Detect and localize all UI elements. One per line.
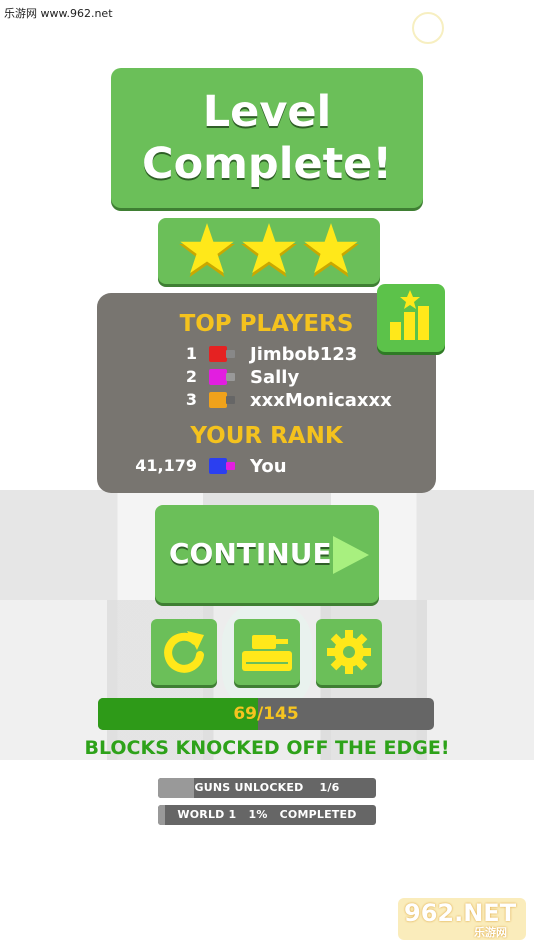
title-line-2: Complete! [142,139,392,189]
leaderboard-row: 1 Jimbob123 [97,344,436,366]
watermark-text: 乐游网 www.962.net [4,7,113,20]
watermark-logo-main: 962.NET [404,899,517,927]
watermark-logo: 962.NET 乐游网 [398,898,526,940]
blocks-caption: BLOCKS KNOCKED OFF THE EDGE! [84,737,450,759]
level-complete-banner: Level Complete! [111,68,423,208]
your-rank-header: YOUR RANK [190,423,343,449]
blocks-progress-text: 69/145 [233,704,299,724]
leaderboard-row: 3 xxxMonicaxxx [97,390,436,412]
continue-label: CONTINUE [169,537,332,570]
player-color-icon [209,368,235,386]
player-color-icon [209,391,235,409]
your-name: You [250,456,287,477]
gear-icon [327,630,371,674]
player-name: Sally [250,367,300,388]
continue-button[interactable]: CONTINUE [155,505,379,603]
your-rank-row: 41,179 You [97,456,436,478]
player-color-icon [209,345,235,363]
player-rank: 3 [185,390,197,409]
star-icon [303,223,359,278]
world-progress-bar: WORLD 1 1% COMPLETED [158,805,376,825]
watermark-logo-sub: 乐游网 [474,926,507,939]
guns-unlocked-text: GUNS UNLOCKED 1/6 [194,781,340,794]
player-name: xxxMonicaxxx [250,390,392,411]
top-players-header: TOP PLAYERS [179,311,354,337]
player-rank: 1 [185,344,197,363]
play-arrow-icon [333,536,369,574]
restart-icon [164,631,204,673]
watermark-logo-icon [412,12,444,44]
title-line-1: Level [202,87,332,137]
your-rank-value: 41,179 [135,456,197,475]
stars-rating [158,218,380,284]
your-color-icon [209,457,235,475]
guns-unlocked-bar: GUNS UNLOCKED 1/6 [158,778,376,798]
settings-button[interactable] [316,619,382,685]
tank-select-button[interactable] [234,619,300,685]
star-icon [179,223,235,278]
player-rank: 2 [185,367,197,386]
blocks-progress-bar: 69/145 [98,698,434,730]
world-progress-text: WORLD 1 1% COMPLETED [177,808,357,821]
leaderboard-row: 2 Sally [97,367,436,389]
star-icon [241,223,297,278]
restart-button[interactable] [151,619,217,685]
tank-icon [242,635,292,671]
player-name: Jimbob123 [250,344,358,365]
